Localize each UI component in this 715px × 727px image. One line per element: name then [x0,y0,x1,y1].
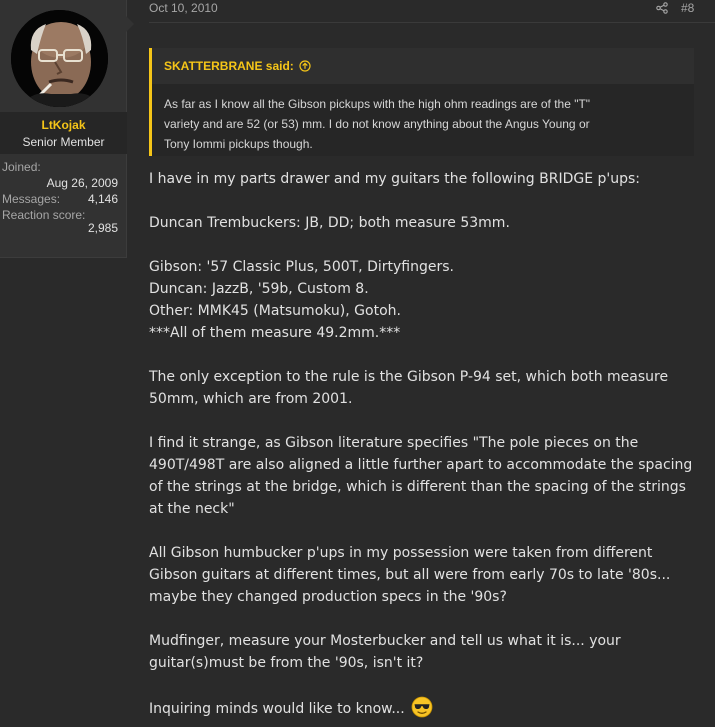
divider [149,22,715,23]
stat-value: Aug 26, 2009 [46,176,118,190]
message-paragraph: Gibson: '57 Classic Plus, 500T, Dirtyfin… [149,256,709,344]
message-paragraph: Mudfinger, measure your Mosterbucker and… [149,630,709,674]
sunglasses-emoji-icon [411,696,433,718]
post-date-link[interactable]: Oct 10, 2010 [149,1,218,15]
message-paragraph: All Gibson humbucker p'ups in my possess… [149,542,709,608]
user-header: LtKojak Senior Member [0,112,127,154]
message-line: maybe they changed production specs in t… [149,589,507,605]
message-line: The only exception to the rule is the Gi… [149,369,669,385]
message-line: 490T/498T are also aligned a little furt… [149,457,693,473]
message-line: Gibson guitars at different times, but a… [149,567,671,583]
username-link[interactable]: LtKojak [0,118,127,132]
stat-value: 4,146 [87,192,118,206]
message-line: ***All of them measure 49.2mm.*** [149,325,401,341]
user-card: LtKojak Senior Member Joined: Aug 26, 20… [0,0,134,258]
avatar[interactable] [11,10,108,107]
share-icon[interactable] [656,2,668,14]
stat-value: 2,985 [87,221,118,235]
message-line: of the strings at the bridge, which is d… [149,479,686,495]
message-paragraph: I find it strange, as Gibson literature … [149,432,709,520]
message-line: guitar(s)must be from the '90s, isn't it… [149,655,424,671]
quote-line: As far as I know all the Gibson pickups … [164,97,591,111]
message-line: Mudfinger, measure your Mosterbucker and… [149,633,621,649]
stat-joined-value-row: Aug 26, 2009 [0,176,127,192]
user-title: Senior Member [22,135,105,149]
post-number-link[interactable]: #8 [681,1,694,15]
message-line: at the neck" [149,501,235,517]
user-stats: Joined: Aug 26, 2009 Messages: 4,146 Rea… [0,160,127,240]
stat-label: Messages: [2,192,61,206]
quote-block: SKATTERBRANE said: As far as I know all … [149,48,694,156]
message-paragraph: Inquiring minds would like to know... [149,696,709,720]
message-paragraph: Duncan Trembuckers: JB, DD; both measure… [149,215,510,231]
message-line: All Gibson humbucker p'ups in my possess… [149,545,653,561]
message-line: I find it strange, as Gibson literature … [149,435,639,451]
stat-reaction-score: Reaction score: 2,985 [0,208,127,240]
quote-line: Tony Iommi pickups though. [164,137,313,151]
quote-body: As far as I know all the Gibson pickups … [152,84,694,154]
arrow-up-circle-icon [299,60,311,72]
post-message: I have in my parts drawer and my guitars… [149,168,709,720]
message-paragraph: The only exception to the rule is the Gi… [149,366,709,410]
stat-messages: Messages: 4,146 [0,192,127,208]
message-paragraph: I have in my parts drawer and my guitars… [149,171,640,187]
message-line: Inquiring minds would like to know... [149,701,405,717]
message-line: Duncan: JazzB, '59b, Custom 8. [149,281,369,297]
stat-joined: Joined: [0,160,127,176]
quote-line: variety and are 52 (or 53) mm. I do not … [164,117,590,131]
message-line: 50mm, which are from 2001. [149,391,353,407]
user-column: LtKojak Senior Member Joined: Aug 26, 20… [0,0,136,727]
stat-label: Joined: [2,160,41,174]
quote-author: SKATTERBRANE said: [164,59,294,73]
message-line: Other: MMK45 (Matsumoku), Gotoh. [149,303,401,319]
stat-label: Reaction score: [2,208,86,222]
message-line: Gibson: '57 Classic Plus, 500T, Dirtyfin… [149,259,454,275]
quote-author-link[interactable]: SKATTERBRANE said: [152,48,694,84]
